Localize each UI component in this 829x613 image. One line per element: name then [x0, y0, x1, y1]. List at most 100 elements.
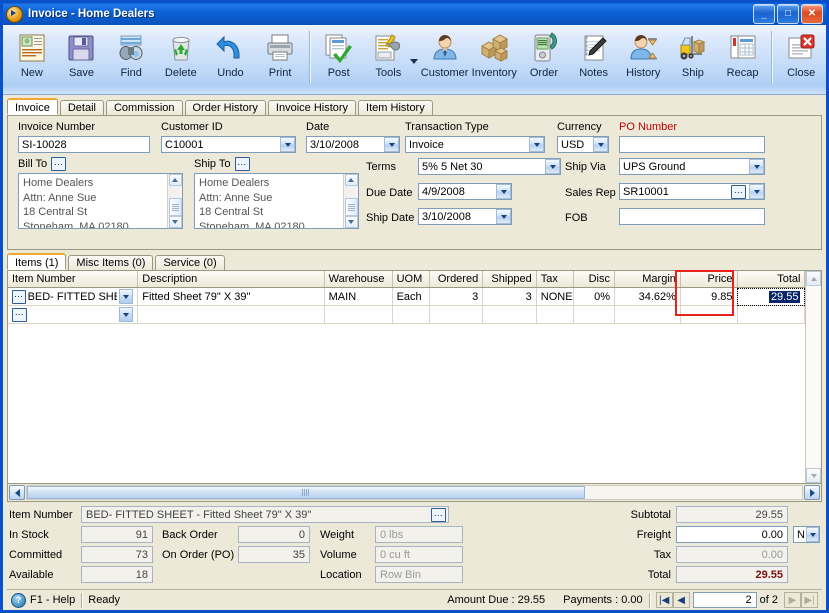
tab-items[interactable]: Items (1)	[7, 253, 67, 270]
bill-to-lookup-button[interactable]: ⋯	[51, 157, 67, 171]
transaction-type-combo[interactable]: Invoice	[405, 136, 545, 153]
scroll-up-icon[interactable]	[344, 174, 358, 187]
scroll-track[interactable]	[806, 286, 821, 468]
cell-disc[interactable]: 0%	[573, 287, 616, 306]
help-text[interactable]: F1 - Help	[30, 594, 75, 606]
col-price[interactable]: Price	[680, 271, 738, 288]
freight-taxable-combo[interactable]: N	[793, 526, 820, 543]
tab-order-history[interactable]: Order History	[184, 100, 266, 115]
cell-warehouse[interactable]	[324, 305, 393, 324]
grid-vertical-scrollbar[interactable]	[805, 271, 821, 483]
toolbar-button-history[interactable]: History	[618, 28, 668, 88]
item-number-detail-value[interactable]: BED- FITTED SHEET - Fitted Sheet 79" X 3…	[81, 506, 449, 523]
minimize-button[interactable]: _	[753, 4, 775, 24]
bill-to-scrollbar[interactable]	[167, 174, 182, 228]
cell-price[interactable]	[680, 305, 738, 324]
cell-ordered[interactable]: 3	[429, 287, 484, 306]
chevron-down-icon[interactable]	[529, 137, 544, 152]
po-number-input[interactable]	[619, 136, 765, 153]
nav-prev-button[interactable]: ◀	[672, 592, 690, 608]
cell-tax[interactable]: NONE	[536, 287, 574, 306]
maximize-button[interactable]: □	[777, 4, 799, 24]
toolbar-button-new[interactable]: New	[7, 28, 57, 88]
page-number-input[interactable]: 2	[692, 592, 757, 608]
bill-to-address[interactable]: Home Dealers Attn: Anne Sue 18 Central S…	[18, 173, 183, 229]
ship-to-address[interactable]: Home Dealers Attn: Anne Sue 18 Central S…	[194, 173, 359, 229]
cell-total[interactable]: 29.55	[737, 287, 806, 306]
cell-uom[interactable]: Each	[392, 287, 430, 306]
table-row[interactable]: ⋯ BED- FITTED SHEE Fitted Sheet 79" X 39…	[8, 287, 821, 306]
scroll-down-icon[interactable]	[344, 215, 358, 228]
cell-disc[interactable]	[573, 305, 616, 324]
cell-total[interactable]	[737, 305, 806, 324]
toolbar-button-find[interactable]: Find	[106, 28, 156, 88]
toolbar-button-order[interactable]: Order	[519, 28, 569, 88]
cell-warehouse[interactable]: MAIN	[324, 287, 393, 306]
nav-next-button[interactable]: ▶	[784, 592, 801, 608]
scroll-down-icon[interactable]	[168, 215, 182, 228]
sales-rep-lookup-button[interactable]: ⋯	[731, 185, 746, 199]
chevron-down-icon[interactable]	[280, 137, 295, 152]
help-icon[interactable]: ?	[11, 592, 26, 608]
scroll-down-icon[interactable]	[806, 468, 821, 483]
hscroll-track[interactable]	[26, 485, 803, 500]
close-button[interactable]: ✕	[801, 4, 823, 24]
transaction-type-input[interactable]: Invoice	[405, 136, 545, 153]
tools-dropdown-arrow[interactable]	[409, 33, 418, 89]
nav-last-button[interactable]: ▶|	[801, 592, 818, 608]
chevron-down-icon[interactable]	[749, 184, 764, 199]
col-total[interactable]: Total	[737, 271, 806, 288]
chevron-down-icon[interactable]	[119, 289, 134, 304]
col-description[interactable]: Description	[137, 271, 325, 288]
tab-item-history[interactable]: Item History	[358, 100, 433, 115]
terms-input[interactable]: 5% 5 Net 30	[418, 158, 561, 175]
chevron-down-icon[interactable]	[384, 137, 399, 152]
sales-rep-combo[interactable]: SR10001 ⋯	[619, 183, 765, 200]
due-date-combo[interactable]: 4/9/2008	[418, 183, 512, 200]
cell-tax[interactable]	[536, 305, 574, 324]
tab-detail[interactable]: Detail	[59, 100, 104, 115]
date-combo[interactable]: 3/10/2008	[306, 136, 400, 153]
chevron-down-icon[interactable]	[496, 184, 511, 199]
tab-invoice-history[interactable]: Invoice History	[267, 100, 357, 115]
col-margin[interactable]: Margin	[614, 271, 681, 288]
cell-margin[interactable]	[614, 305, 681, 324]
col-warehouse[interactable]: Warehouse	[324, 271, 393, 288]
item-number-lookup-button[interactable]: ⋯	[431, 508, 446, 522]
tab-commission[interactable]: Commission	[105, 100, 183, 115]
ship-to-scrollbar[interactable]	[343, 174, 358, 228]
scroll-up-icon[interactable]	[806, 271, 821, 286]
fob-input[interactable]	[619, 208, 765, 225]
cell-description[interactable]	[137, 305, 325, 324]
grid-horizontal-scrollbar[interactable]	[7, 484, 822, 502]
ship-via-combo[interactable]: UPS Ground	[619, 158, 765, 175]
currency-combo[interactable]: USD	[557, 136, 609, 153]
toolbar-button-delete[interactable]: Delete	[156, 28, 206, 88]
customer-id-input[interactable]: C10001	[161, 136, 296, 153]
col-uom[interactable]: UOM	[392, 271, 430, 288]
toolbar-button-undo[interactable]: Undo	[206, 28, 256, 88]
ship-date-combo[interactable]: 3/10/2008	[418, 208, 512, 225]
scroll-thumb[interactable]	[168, 198, 182, 216]
toolbar-button-close[interactable]: Close	[776, 28, 826, 88]
item-lookup-button[interactable]: ⋯	[12, 289, 26, 304]
col-shipped[interactable]: Shipped	[482, 271, 537, 288]
cell-shipped[interactable]: 3	[482, 287, 537, 306]
customer-id-combo[interactable]: C10001	[161, 136, 296, 153]
tab-invoice[interactable]: Invoice	[7, 98, 58, 115]
toolbar-button-save[interactable]: Save	[57, 28, 107, 88]
col-disc[interactable]: Disc	[573, 271, 616, 288]
cell-uom[interactable]	[392, 305, 430, 324]
col-ordered[interactable]: Ordered	[429, 271, 484, 288]
cell-item-number[interactable]: ⋯	[8, 305, 139, 324]
toolbar-button-ship[interactable]: Ship	[668, 28, 718, 88]
toolbar-button-tools[interactable]: Tools	[364, 28, 414, 88]
toolbar-button-print[interactable]: Print	[255, 28, 305, 88]
hscroll-thumb[interactable]	[27, 486, 585, 499]
cell-ordered[interactable]	[429, 305, 484, 324]
cell-description[interactable]: Fitted Sheet 79" X 39"	[137, 287, 325, 306]
chevron-down-icon[interactable]	[749, 159, 764, 174]
line-items-grid[interactable]: Item Number Description Warehouse UOM Or…	[7, 270, 822, 484]
toolbar-button-customer[interactable]: Customer	[420, 28, 470, 88]
toolbar-button-inventory[interactable]: Inventory	[469, 28, 519, 88]
